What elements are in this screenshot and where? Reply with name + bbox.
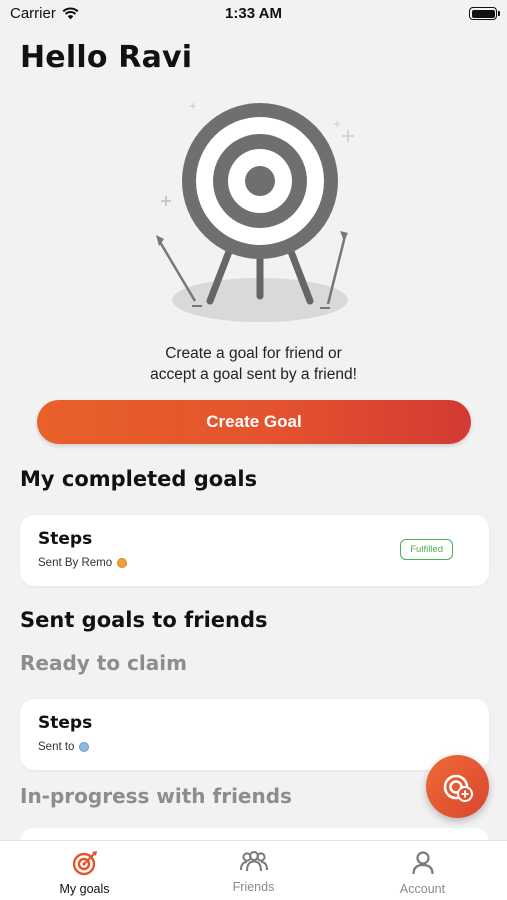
create-goal-button[interactable]: Create Goal	[37, 400, 471, 444]
goal-title: Steps	[38, 713, 93, 733]
greeting-title: Hello Ravi	[20, 40, 193, 75]
completed-goals-title: My completed goals	[20, 467, 258, 491]
goal-sender-label: Sent By Remo	[38, 557, 113, 569]
sent-goal-card[interactable]: Steps Sent to	[20, 699, 489, 770]
tab-label: Friends	[232, 880, 275, 894]
sender-avatar-icon	[117, 558, 128, 568]
goal-recipient-label: Sent to	[38, 741, 75, 753]
add-goal-fab[interactable]	[426, 755, 489, 818]
recipient-avatar-icon	[79, 742, 90, 752]
tab-label: My goals	[59, 882, 110, 896]
archery-target-illustration	[156, 103, 354, 322]
goal-title: Steps	[38, 529, 93, 549]
completed-goal-card[interactable]: Steps Sent By Remo Fulfilled	[20, 515, 489, 586]
status-badge: Fulfilled	[400, 539, 453, 560]
tab-bar: My goals Friends Account	[0, 840, 507, 900]
tab-label: Account	[399, 882, 446, 896]
status-bar: Carrier 1:33 AM	[0, 0, 507, 30]
in-progress-title: In-progress with friends	[20, 784, 292, 808]
tab-friends[interactable]: Friends	[169, 841, 338, 900]
hero-description: Create a goal for friend or accept a goa…	[0, 343, 507, 385]
status-time: 1:33 AM	[225, 5, 282, 22]
ready-to-claim-title: Ready to claim	[20, 651, 187, 675]
hero-line-2: accept a goal sent by a friend!	[150, 366, 357, 383]
hero-line-1: Create a goal for friend or	[165, 345, 342, 362]
tab-account[interactable]: Account	[338, 841, 507, 900]
goal-sender: Sent By Remo	[38, 557, 128, 569]
tab-my-goals[interactable]: My goals	[0, 841, 169, 900]
sent-goals-title: Sent goals to friends	[20, 608, 268, 632]
battery-icon	[469, 7, 500, 20]
friends-icon	[239, 851, 268, 872]
account-icon	[411, 851, 434, 875]
target-add-icon	[443, 774, 473, 802]
target-icon	[72, 851, 97, 876]
goal-recipient: Sent to	[38, 741, 90, 753]
